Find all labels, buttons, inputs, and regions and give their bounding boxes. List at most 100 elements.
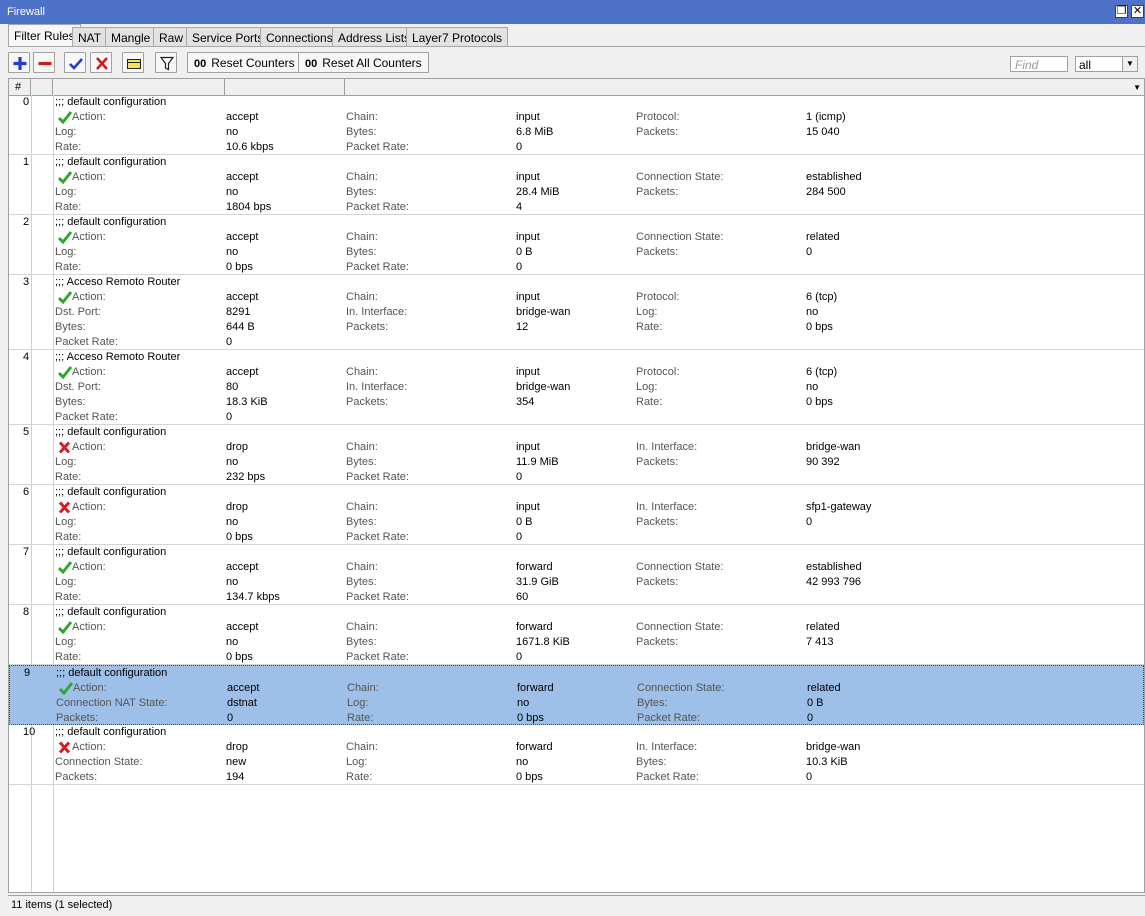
field-label: Packet Rate: bbox=[346, 651, 409, 663]
rule-number: 6 bbox=[23, 486, 30, 498]
rule-comment: ;;; Acceso Remoto Router bbox=[55, 351, 181, 363]
field-label: Protocol: bbox=[636, 291, 680, 303]
field-label: Packet Rate: bbox=[346, 201, 409, 213]
field-label: Packets: bbox=[55, 771, 98, 783]
find-input[interactable]: Find bbox=[1010, 56, 1068, 72]
field-value: 42 993 796 bbox=[806, 576, 862, 588]
field-label: Rate: bbox=[346, 771, 373, 783]
field-value: no bbox=[226, 516, 239, 528]
reset-all-counters-label: Reset All Counters bbox=[322, 56, 422, 70]
field-label: Packet Rate: bbox=[637, 712, 700, 724]
tab-mangle[interactable]: Mangle bbox=[105, 27, 157, 47]
x-icon bbox=[96, 57, 108, 70]
table-row[interactable]: 4 ;;; Acceso Remoto Router Action: accept Ch… bbox=[9, 350, 1144, 425]
table-header: # ▼ bbox=[9, 79, 1144, 96]
column-header-number[interactable]: # bbox=[9, 79, 31, 95]
field-value: 0 bbox=[806, 516, 813, 528]
tab-layer7-protocols[interactable]: Layer7 Protocols bbox=[406, 27, 509, 47]
field-value: 6 (tcp) bbox=[806, 291, 838, 303]
rule-comment: ;;; default configuration bbox=[55, 606, 167, 618]
field-label: Protocol: bbox=[636, 111, 680, 123]
field-label: Connection State: bbox=[636, 171, 724, 183]
field-value: input bbox=[516, 291, 540, 303]
reset-counters-label: Reset Counters bbox=[211, 56, 295, 70]
column-header-blank[interactable] bbox=[53, 79, 225, 95]
field-label: Connection State: bbox=[55, 756, 143, 768]
tab-connections[interactable]: Connections bbox=[260, 27, 339, 47]
column-menu-icon[interactable]: ▼ bbox=[1133, 83, 1141, 92]
filter-select[interactable]: all ▼ bbox=[1075, 56, 1138, 72]
field-value: drop bbox=[226, 741, 249, 753]
field-label: Packets: bbox=[636, 456, 679, 468]
column-header-blank[interactable] bbox=[225, 79, 345, 95]
field-value: accept bbox=[226, 111, 259, 123]
accept-check-icon bbox=[58, 171, 72, 184]
table-row[interactable]: 2 ;;; default configuration Action: accept C… bbox=[9, 215, 1144, 275]
field-label: Chain: bbox=[346, 501, 378, 513]
field-value: 80 bbox=[226, 381, 239, 393]
reset-all-counters-button[interactable]: 00 Reset All Counters bbox=[298, 52, 429, 73]
table-row[interactable]: 3 ;;; Acceso Remoto Router Action: accept Ch… bbox=[9, 275, 1144, 350]
accept-check-icon bbox=[58, 231, 72, 244]
field-label: Action: bbox=[72, 441, 106, 453]
remove-button[interactable] bbox=[33, 52, 55, 73]
table-row[interactable]: 7 ;;; default configuration Action: accept C… bbox=[9, 545, 1144, 605]
add-button[interactable] bbox=[8, 52, 30, 73]
field-value: 284 500 bbox=[806, 186, 846, 198]
field-label: Packet Rate: bbox=[346, 141, 409, 153]
rule-number: 5 bbox=[23, 426, 30, 438]
table-row[interactable]: 8 ;;; default configuration Action: accept C… bbox=[9, 605, 1144, 665]
field-label: Rate: bbox=[55, 261, 82, 273]
toolbar: 00 Reset Counters 00 Reset All Counters Fi… bbox=[8, 52, 1145, 74]
tab-address-lists[interactable]: Address Lists bbox=[332, 27, 417, 47]
table-row[interactable]: 9 ;;; default configuration Action: accept C… bbox=[9, 665, 1144, 725]
column-header-blank[interactable] bbox=[31, 79, 53, 95]
dropdown-arrow-icon[interactable]: ▼ bbox=[1122, 57, 1137, 71]
filter-button[interactable] bbox=[155, 52, 177, 73]
field-value: 0 bbox=[516, 651, 523, 663]
tab-divider bbox=[8, 46, 1145, 47]
field-value: input bbox=[516, 111, 540, 123]
minus-icon bbox=[38, 61, 52, 66]
field-value: 10.6 kbps bbox=[226, 141, 274, 153]
field-label: Connection State: bbox=[636, 231, 724, 243]
field-label: Packet Rate: bbox=[55, 411, 118, 423]
field-label: Packets: bbox=[346, 396, 389, 408]
column-header-blank[interactable]: ▼ bbox=[345, 79, 1144, 95]
close-window-icon[interactable]: ✕ bbox=[1131, 5, 1144, 18]
field-value: sfp1-gateway bbox=[806, 501, 872, 513]
table-row[interactable]: 6 ;;; default configuration Action: drop Cha… bbox=[9, 485, 1144, 545]
rule-number: 8 bbox=[23, 606, 30, 618]
field-label: Rate: bbox=[55, 651, 82, 663]
tab-raw[interactable]: Raw bbox=[153, 27, 190, 47]
restore-window-icon[interactable]: ❐ bbox=[1115, 5, 1128, 18]
tab-nat[interactable]: NAT bbox=[72, 27, 108, 47]
field-label: In. Interface: bbox=[346, 306, 408, 318]
tab-service-ports[interactable]: Service Ports bbox=[186, 27, 270, 47]
accept-check-icon bbox=[59, 682, 73, 695]
table-row[interactable]: 1 ;;; default configuration Action: accept C… bbox=[9, 155, 1144, 215]
rule-number: 10 bbox=[23, 726, 36, 738]
field-value: 0 B bbox=[807, 697, 824, 709]
comment-button[interactable] bbox=[122, 52, 144, 73]
field-label: Dst. Port: bbox=[55, 381, 101, 393]
tab-filter-rules[interactable]: Filter Rules bbox=[8, 24, 81, 47]
counter-icon: 00 bbox=[194, 58, 207, 70]
table-row[interactable]: 10 ;;; default configuration Action: drop Ch… bbox=[9, 725, 1144, 785]
field-value: 354 bbox=[516, 396, 535, 408]
field-label: Bytes: bbox=[346, 516, 377, 528]
field-value: no bbox=[806, 306, 819, 318]
field-value: 0 bbox=[226, 336, 233, 348]
field-label: Log: bbox=[347, 697, 369, 709]
field-value: 0 bps bbox=[516, 771, 543, 783]
rule-number: 0 bbox=[23, 96, 30, 108]
field-value: forward bbox=[516, 621, 553, 633]
table-row[interactable]: 0 ;;; default configuration Action: accept C… bbox=[9, 95, 1144, 155]
reset-counters-button[interactable]: 00 Reset Counters bbox=[187, 52, 302, 73]
field-value: 10.3 KiB bbox=[806, 756, 848, 768]
field-value: bridge-wan bbox=[806, 741, 861, 753]
disable-button[interactable] bbox=[90, 52, 112, 73]
table-row[interactable]: 5 ;;; default configuration Action: drop Cha… bbox=[9, 425, 1144, 485]
enable-button[interactable] bbox=[64, 52, 86, 73]
field-value: established bbox=[806, 171, 862, 183]
